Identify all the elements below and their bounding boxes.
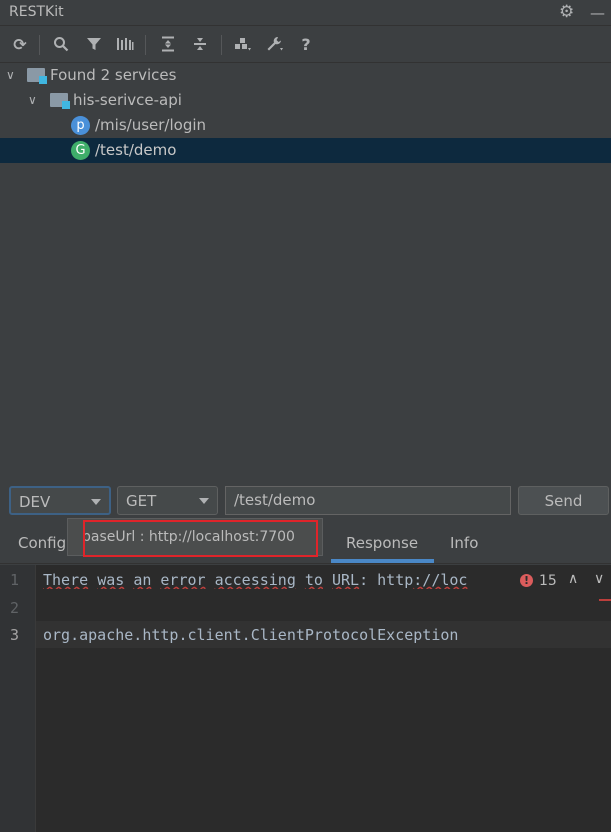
filter-icon[interactable]	[83, 33, 105, 55]
environment-value: DEV	[19, 493, 51, 511]
chevron-down-icon	[199, 498, 209, 504]
response-editor[interactable]: 1 2 3 There was an error accessing to UR…	[0, 565, 611, 832]
window-title: RESTKit	[9, 4, 64, 20]
tab-config[interactable]: Config	[18, 534, 66, 552]
url-input[interactable]: /test/demo	[225, 486, 511, 515]
toolbar-separator	[39, 35, 40, 55]
folder-icon	[50, 93, 70, 109]
line-number: 1	[10, 571, 20, 589]
minimize-icon[interactable]: —	[590, 4, 605, 22]
url-value: /test/demo	[234, 491, 316, 509]
get-method-icon: G	[71, 141, 90, 160]
folder-icon	[27, 68, 47, 84]
refresh-icon[interactable]: ⟳	[9, 33, 31, 55]
tree-endpoint-row-selected[interactable]: G /test/demo	[0, 138, 611, 163]
chevron-down-icon[interactable]: ∨	[6, 68, 15, 82]
code-line-3: org.apache.http.client.ClientProtocolExc…	[43, 626, 459, 644]
active-tab-indicator	[331, 559, 434, 563]
expand-all-icon[interactable]	[157, 33, 179, 55]
gear-icon[interactable]: ⚙	[559, 2, 574, 22]
chevron-down-icon	[91, 499, 101, 505]
toolbar: ⟳ ?	[0, 27, 611, 63]
environment-select[interactable]: DEV	[9, 486, 111, 515]
code-line-1: There was an error accessing to URL: htt…	[43, 571, 468, 589]
help-icon[interactable]: ?	[295, 33, 317, 55]
chevron-down-icon[interactable]: ∨	[594, 571, 604, 587]
chevron-up-icon[interactable]: ∧	[568, 571, 578, 587]
barcode-icon[interactable]	[114, 33, 136, 55]
toolbar-separator	[221, 35, 222, 55]
module-group-icon[interactable]	[232, 33, 254, 55]
collapse-all-icon[interactable]	[189, 33, 211, 55]
tree-endpoint-row[interactable]: p /mis/user/login	[0, 113, 611, 138]
chevron-down-icon[interactable]: ∨	[28, 93, 37, 107]
line-number: 2	[10, 599, 20, 617]
send-button[interactable]: Send	[518, 486, 609, 515]
method-select[interactable]: GET	[117, 486, 218, 515]
error-count: 15	[539, 573, 557, 589]
tree-root-row[interactable]: ∨ Found 2 services	[0, 63, 611, 88]
title-bar: RESTKit ⚙ —	[0, 0, 611, 26]
request-bar: DEV GET /test/demo Send	[0, 480, 611, 520]
search-icon[interactable]	[50, 33, 72, 55]
endpoint-path: /mis/user/login	[95, 116, 207, 134]
error-navigator[interactable]: ! 15 ∧ ∨	[510, 570, 611, 592]
tree-module-label: his-serivce-api	[73, 91, 182, 109]
tree-module-row[interactable]: ∨ his-serivce-api	[0, 88, 611, 113]
highlight-box	[83, 520, 318, 557]
tree-root-label: Found 2 services	[50, 66, 177, 84]
error-icon: !	[520, 574, 533, 587]
post-method-icon: p	[71, 116, 90, 135]
method-value: GET	[126, 492, 157, 510]
service-tree: ∨ Found 2 services ∨ his-serivce-api p /…	[0, 63, 611, 480]
toolbar-separator	[145, 35, 146, 55]
line-number: 3	[10, 626, 20, 644]
line-number-gutter: 1 2 3	[0, 565, 36, 832]
wrench-icon[interactable]	[264, 33, 286, 55]
tab-info[interactable]: Info	[450, 534, 478, 552]
error-stripe-mark	[599, 599, 611, 601]
endpoint-path: /test/demo	[95, 141, 177, 159]
tab-response[interactable]: Response	[346, 534, 418, 552]
